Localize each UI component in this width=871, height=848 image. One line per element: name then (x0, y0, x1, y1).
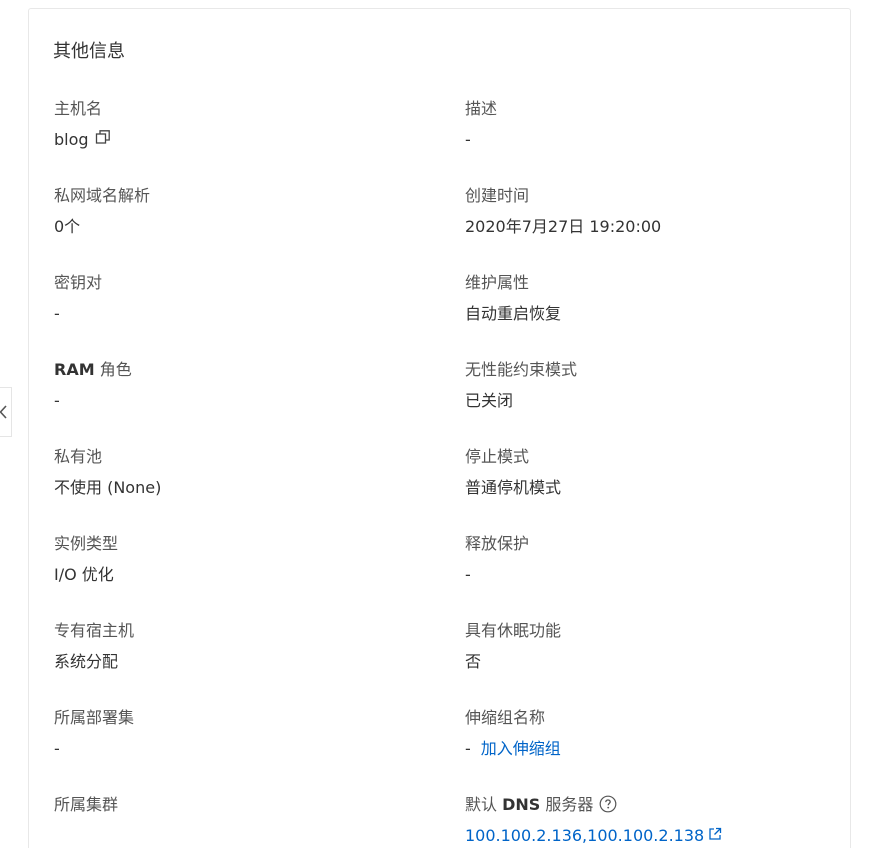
field-value: blog (54, 130, 89, 149)
field-label: RAM 角色 (54, 359, 414, 381)
field-value: - (54, 304, 60, 323)
field-value: 0个 (54, 217, 81, 236)
field-created-time: 创建时间 2020年7月27日 19:20:00 (465, 185, 825, 238)
field-label: 无性能约束模式 (465, 360, 578, 379)
field-scaling-group: 伸缩组名称 - 加入伸缩组 (465, 707, 825, 760)
field-label: 创建时间 (465, 186, 530, 205)
field-value: - (54, 739, 60, 758)
field-label: 停止模式 (465, 447, 530, 466)
field-value: 2020年7月27日 19:20:00 (465, 217, 662, 236)
field-value: 不使用 (None) (54, 478, 162, 497)
field-key-pair: 密钥对 - (54, 272, 414, 325)
field-private-pool: 私有池 不使用 (None) (54, 446, 414, 499)
field-value: 系统分配 (54, 652, 119, 671)
field-value: 已关闭 (465, 391, 514, 410)
field-label-rest: 服务器 (540, 795, 594, 814)
field-label: 释放保护 (465, 534, 530, 553)
field-label-strong: RAM (54, 360, 95, 379)
chevron-left-icon (0, 405, 7, 419)
dns-server-link[interactable]: 100.100.2.136,100.100.2.138 (465, 825, 704, 847)
field-label: 私有池 (54, 447, 103, 466)
field-label-strong: DNS (502, 795, 541, 814)
field-value: 否 (465, 652, 482, 671)
field-maintenance: 维护属性 自动重启恢复 (465, 272, 825, 325)
external-link-icon[interactable] (708, 825, 722, 847)
field-value: 普通停机模式 (465, 478, 562, 497)
field-value: - (465, 565, 471, 584)
field-value: - (465, 739, 471, 758)
field-release-protection: 释放保护 - (465, 533, 825, 586)
field-dedicated-host: 专有宿主机 系统分配 (54, 620, 414, 673)
field-label-prefix: 默认 (465, 795, 503, 814)
field-dns-server: 默认 DNS 服务器 100.100.2.136,100.100.2.138 (465, 794, 825, 847)
field-label: 所属集群 (54, 795, 119, 814)
section-title: 其他信息 (53, 41, 125, 62)
field-label: 专有宿主机 (54, 621, 135, 640)
field-hostname: 主机名 blog (54, 98, 414, 151)
field-label: 实例类型 (54, 534, 119, 553)
field-description: 描述 - (465, 98, 825, 151)
field-label: 所属部署集 (54, 708, 135, 727)
field-ram-role: RAM 角色 - (54, 359, 414, 412)
field-deployment-set: 所属部署集 - (54, 707, 414, 760)
field-unlimited-mode: 无性能约束模式 已关闭 (465, 359, 825, 412)
field-value: 自动重启恢复 (465, 304, 562, 323)
field-stop-mode: 停止模式 普通停机模式 (465, 446, 825, 499)
field-label-rest: 角色 (94, 360, 132, 379)
collapse-panel-button[interactable] (0, 387, 12, 437)
join-scaling-group-link[interactable]: 加入伸缩组 (481, 738, 561, 760)
field-hibernation: 具有休眠功能 否 (465, 620, 825, 673)
field-private-dns: 私网域名解析 0个 (54, 185, 414, 238)
copy-icon[interactable] (95, 129, 111, 151)
field-label: 默认 DNS 服务器 (465, 794, 825, 816)
field-value: - (54, 391, 60, 410)
field-label: 伸缩组名称 (465, 708, 546, 727)
field-label: 主机名 (54, 99, 103, 118)
field-label: 具有休眠功能 (465, 621, 562, 640)
field-label: 私网域名解析 (54, 186, 151, 205)
field-label: 描述 (465, 99, 498, 118)
help-circle-icon[interactable] (599, 795, 617, 819)
field-instance-type: 实例类型 I/O 优化 (54, 533, 414, 586)
field-label: 密钥对 (54, 273, 103, 292)
other-info-card: 其他信息 主机名 blog 私网域名解析 0个 密钥对 - RAM 角色 - 私… (28, 8, 851, 848)
field-value: - (465, 130, 471, 149)
field-cluster: 所属集群 (54, 794, 414, 847)
field-label: 维护属性 (465, 273, 530, 292)
field-value: I/O 优化 (54, 565, 114, 584)
